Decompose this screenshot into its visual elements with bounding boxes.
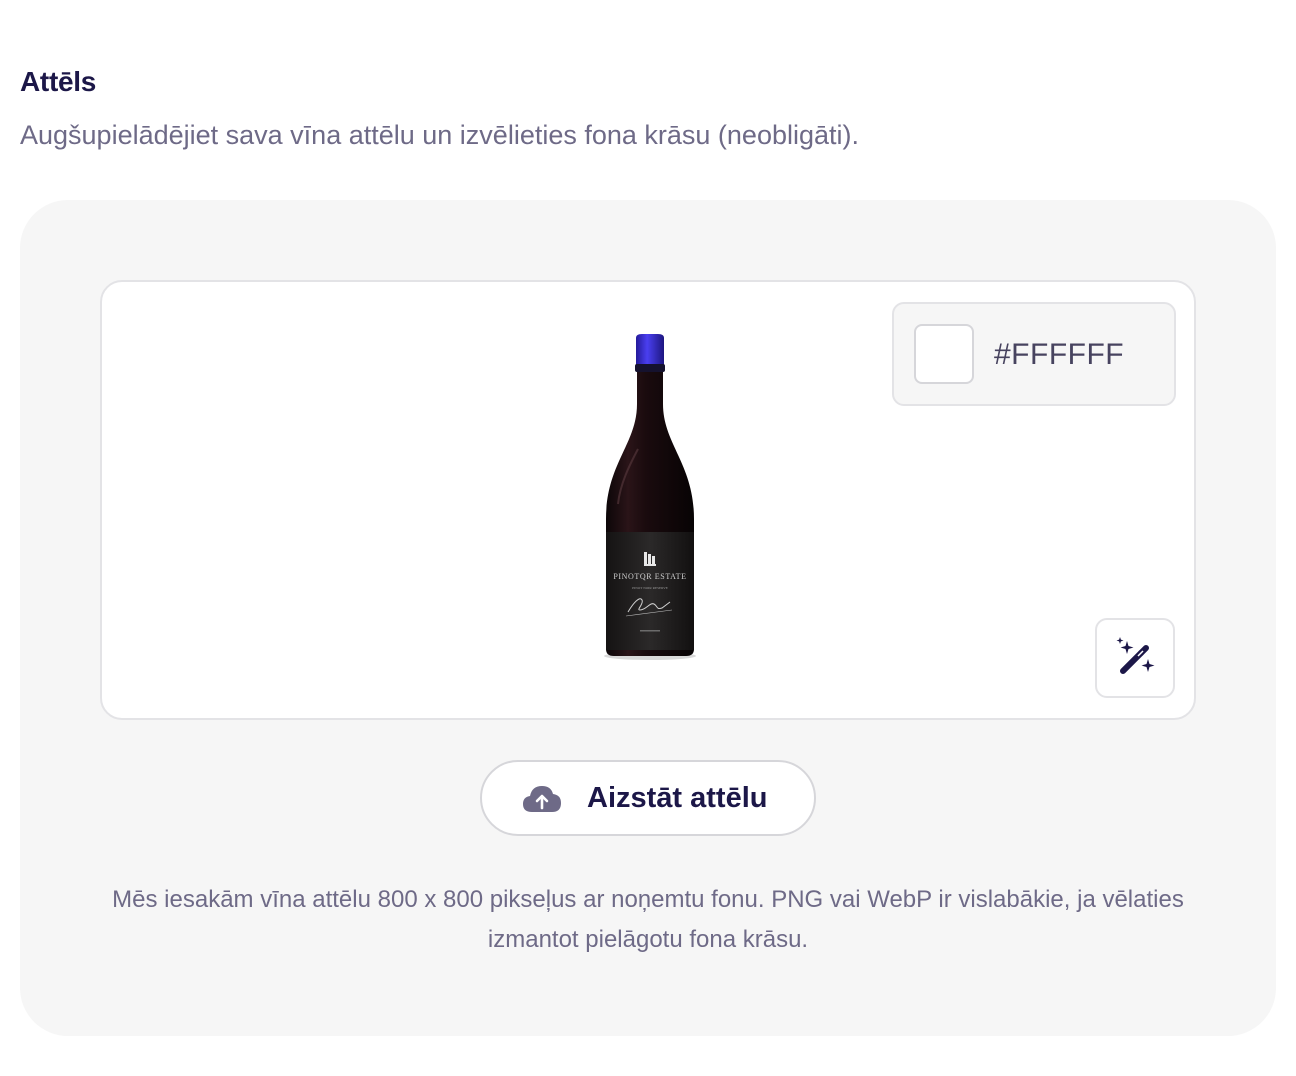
wine-bottle-image: PINOTQR ESTATE PINOT NOIR RESERVE (604, 334, 696, 660)
image-upload-panel: PINOTQR ESTATE PINOT NOIR RESERVE #FFFFF… (20, 200, 1276, 1036)
image-section: Attēls Augšupielādējiet sava vīna attēlu… (20, 0, 1276, 1076)
bottle-line-text: PINOT NOIR RESERVE (632, 586, 668, 590)
section-title: Attēls (20, 66, 96, 97)
color-swatch[interactable] (914, 324, 974, 384)
bottle-brand-text: PINOTQR ESTATE (613, 572, 686, 581)
cloud-upload-icon (523, 786, 561, 812)
image-recommendation-text: Mēs iesakām vīna attēlu 800 x 800 pikseļ… (112, 886, 1184, 953)
color-hex-value[interactable]: #FFFFFF (994, 338, 1124, 372)
background-color-picker[interactable]: #FFFFFF (892, 302, 1176, 406)
auto-remove-background-button[interactable] (1095, 618, 1175, 698)
section-subtitle: Augšupielādējiet sava vīna attēlu un izv… (20, 120, 860, 150)
image-preview: PINOTQR ESTATE PINOT NOIR RESERVE #FFFFF… (100, 280, 1196, 720)
replace-image-button[interactable]: Aizstāt attēlu (480, 760, 816, 836)
magic-wand-sparkles-icon (1116, 637, 1155, 674)
replace-image-label: Aizstāt attēlu (587, 782, 768, 814)
